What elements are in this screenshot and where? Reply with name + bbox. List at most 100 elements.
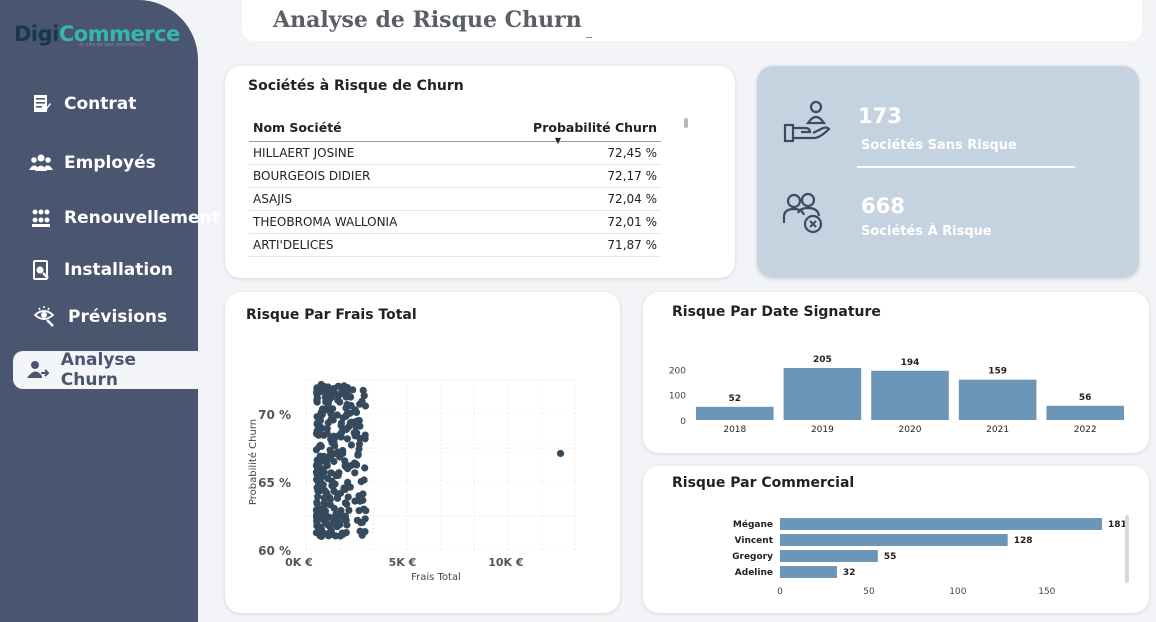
sort-desc-icon: ▼ xyxy=(554,136,561,145)
scatter-point xyxy=(325,529,333,537)
scatter-point xyxy=(358,518,366,526)
nav-label: Employés xyxy=(64,153,156,173)
x-tick-label: 2018 xyxy=(723,425,746,435)
nav-item-previsions[interactable]: Prévisions xyxy=(32,299,167,335)
scatter-point xyxy=(316,475,324,483)
data-label: 128 xyxy=(1014,536,1033,546)
bar xyxy=(871,370,949,420)
scatter-point xyxy=(346,483,354,491)
nav-item-renouvellement[interactable]: Renouvellement xyxy=(28,200,220,236)
bar xyxy=(780,550,878,562)
table-row[interactable]: ASAJIS 72,04 % xyxy=(249,187,661,211)
kpi-value-at-risk: 668 xyxy=(861,194,905,218)
title-bar: Analyse de Risque Churn xyxy=(242,0,1142,41)
nav-item-contrat[interactable]: Contrat xyxy=(28,86,136,122)
scatter-point xyxy=(326,501,334,509)
y-tick-label: 65 % xyxy=(258,476,291,490)
bar xyxy=(780,566,837,578)
scatter-point xyxy=(338,529,346,537)
scatter-point xyxy=(316,414,324,422)
data-label: 55 xyxy=(884,552,897,562)
nav-item-employes[interactable]: Employés xyxy=(28,145,156,181)
churn-table-card: Sociétés à Risque de Churn Nom Société P… xyxy=(225,66,735,278)
data-label: 52 xyxy=(729,394,742,404)
data-label: 32 xyxy=(843,568,856,578)
scatter-point xyxy=(351,469,359,477)
nav-item-installation[interactable]: Installation xyxy=(28,252,173,288)
bar xyxy=(783,368,862,420)
divider xyxy=(586,37,592,38)
x-tick-label: 150 xyxy=(1038,587,1055,597)
scatter-point xyxy=(313,517,321,525)
scatter-point xyxy=(333,511,341,519)
scatter-point xyxy=(316,441,325,449)
contract-icon xyxy=(28,91,54,117)
nav-item-analyse-churn[interactable]: Analyse Churn xyxy=(13,350,198,390)
bar xyxy=(780,534,1008,546)
bar xyxy=(780,518,1102,530)
scatter-point xyxy=(334,471,342,480)
x-tick-label: 2019 xyxy=(811,425,834,435)
scatter-point xyxy=(336,398,344,406)
bar xyxy=(958,379,1037,420)
hand-person-icon xyxy=(783,99,833,149)
scatter-point xyxy=(354,417,362,425)
scatter-point xyxy=(320,502,328,510)
x-tick-label: 100 xyxy=(949,587,966,597)
sidebar: DigiCommerce un site de test commercial … xyxy=(0,0,220,622)
scatter-point xyxy=(312,430,321,438)
category-label: Vincent xyxy=(735,536,774,546)
employees-icon xyxy=(28,150,54,176)
date-bar-chart[interactable]: 0 100 200 52 2018 205 2019 194 2020 159 2021 56 2022 xyxy=(643,292,1149,453)
bar xyxy=(1046,405,1124,420)
x-tick-label: 10K € xyxy=(488,556,523,569)
table-row[interactable]: BOURGEOIS DIDIER 72,17 % xyxy=(249,164,661,188)
table-row[interactable]: ARTI'DELICES 71,87 % xyxy=(249,233,661,257)
x-tick-label: 2020 xyxy=(899,425,922,435)
commercial-bar-chart[interactable]: Mégane 181 Vincent 128 Gregory 55 Adeline 32 0 50… xyxy=(643,466,1149,613)
y-tick-label: 70 % xyxy=(258,408,291,422)
commercial-bar-card: Risque Par Commercial Mégane 181 Vincent 12… xyxy=(643,466,1149,613)
scatter-point xyxy=(341,499,349,507)
scatter-point xyxy=(312,506,320,514)
scatter-point xyxy=(347,441,355,449)
scatter-point xyxy=(361,464,369,472)
table-scrollbar[interactable] xyxy=(684,118,688,128)
bar xyxy=(696,406,774,420)
data-label: 205 xyxy=(813,355,832,365)
column-header-name[interactable]: Nom Société xyxy=(249,118,470,142)
x-tick-label: 0K € xyxy=(285,556,313,569)
category-label: Gregory xyxy=(732,552,773,562)
installation-icon xyxy=(28,257,54,283)
scatter-point xyxy=(360,476,368,484)
scatter-point xyxy=(359,496,367,504)
column-header-probability[interactable]: Probabilité Churn ▼ xyxy=(469,118,661,145)
y-tick-label: 100 xyxy=(669,392,686,402)
chart-scrollbar[interactable] xyxy=(1125,515,1129,583)
table-row[interactable]: HILLAERT JOSINE 72,45 % xyxy=(249,141,661,165)
scatter-chart[interactable]: 60 %65 %70 %0K €5K €10K €Frais TotalProb… xyxy=(225,292,620,613)
y-tick-label: 0 xyxy=(680,417,686,427)
scatter-point xyxy=(352,408,361,416)
data-label: 56 xyxy=(1079,393,1092,403)
kpi-value-no-risk: 173 xyxy=(858,104,902,128)
scatter-point xyxy=(361,528,369,536)
x-tick-label: 0 xyxy=(777,587,783,597)
scatter-point xyxy=(316,388,324,396)
kpi-label-no-risk: Sociétés Sans Risque xyxy=(861,138,1017,153)
scatter-point xyxy=(317,380,325,389)
scatter-point xyxy=(320,494,328,502)
brand-tagline: un site de test commercial xyxy=(78,42,145,48)
scatter-point xyxy=(313,483,321,492)
churn-table: Nom Société Probabilité Churn ▼ HILLAERT … xyxy=(249,118,661,257)
scatter-point xyxy=(313,398,321,406)
scatter-point xyxy=(333,493,342,501)
date-bar-card: Risque Par Date Signature 0 100 200 52 2018 2… xyxy=(643,292,1149,453)
scatter-point xyxy=(352,423,360,431)
scatter-point xyxy=(341,516,349,524)
nav-label: Renouvellement xyxy=(64,208,220,228)
scatter-point xyxy=(331,450,339,458)
scatter-point xyxy=(327,469,335,477)
table-row[interactable]: THEOBROMA WALLONIA 72,01 % xyxy=(249,210,661,234)
x-tick-label: 2021 xyxy=(986,425,1009,435)
